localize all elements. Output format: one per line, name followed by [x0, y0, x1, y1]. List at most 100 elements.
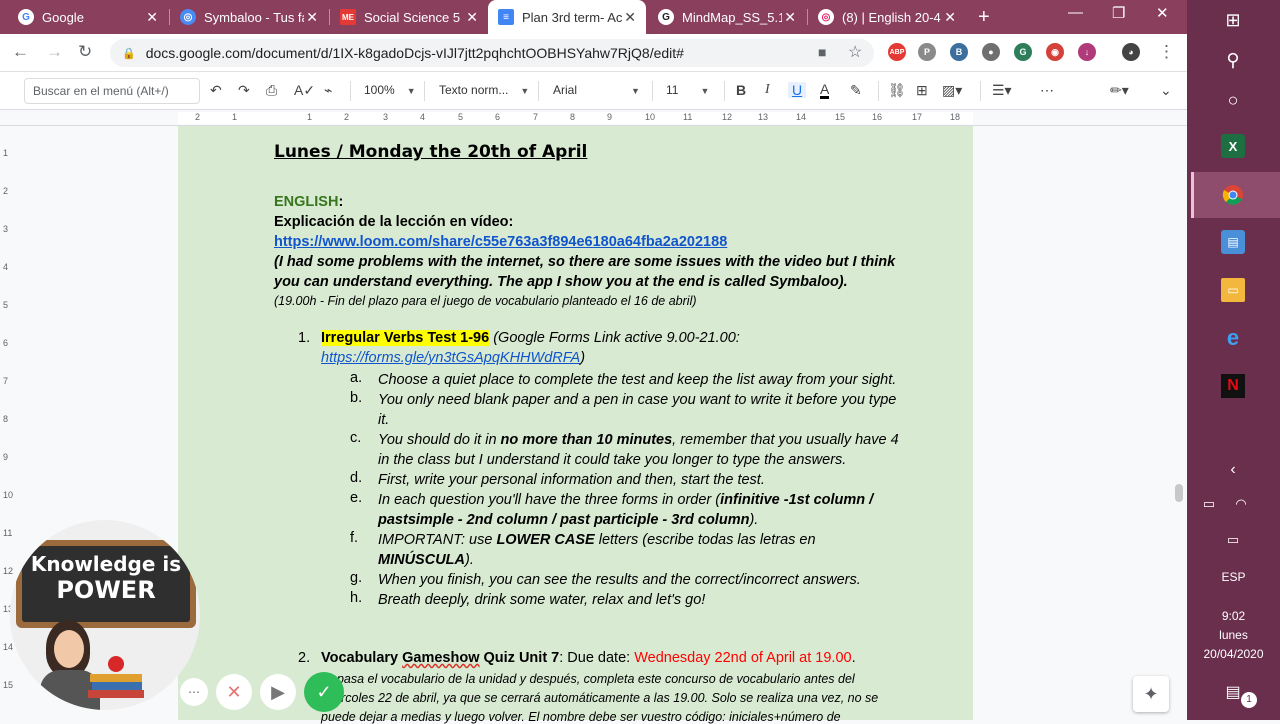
italic-icon[interactable]: I [765, 82, 770, 98]
close-icon[interactable]: ✕ [624, 9, 636, 26]
menu-search-input[interactable]: Buscar en el menú (Alt+/) [24, 78, 200, 104]
download-extension-icon[interactable]: ↓ [1078, 43, 1096, 61]
ruler-tick: 11 [683, 112, 693, 122]
align-icon[interactable]: ☰▾ [992, 82, 1012, 99]
windows-start-icon[interactable]: ⊞ [1221, 8, 1245, 32]
contacts-icon[interactable]: ▤ [1221, 230, 1245, 254]
docs-toolbar: Buscar en el menú (Alt+/) ↶ ↷ ⎙ A✓ ⌁ 100… [0, 72, 1187, 110]
tab-symbaloo[interactable]: ◎ Symbaloo - Tus fa ✕ [170, 0, 328, 34]
netflix-icon[interactable]: N [1221, 374, 1245, 398]
sub-item-text: You should do it in [378, 432, 501, 448]
close-icon[interactable]: ✕ [466, 9, 478, 26]
tab-title: Google [42, 9, 84, 25]
spellcheck-icon[interactable]: A✓ [294, 82, 315, 99]
minimize-icon[interactable]: — [1068, 4, 1083, 21]
scrollbar-thumb[interactable] [1175, 484, 1183, 502]
ruler-tick: 14 [796, 112, 807, 122]
sub-list-item: Breath deeply, drink some water, relax a… [378, 590, 923, 610]
bold-icon[interactable]: B [736, 82, 746, 98]
wifi-icon[interactable]: ◠ [1229, 492, 1253, 516]
item1-title: Irregular Verbs Test 1-96 [321, 330, 490, 346]
forward-icon[interactable]: → [46, 42, 63, 62]
undo-icon[interactable]: ↶ [210, 82, 222, 99]
clock-time[interactable]: 9:02 [1187, 609, 1280, 623]
reload-icon[interactable]: ↻ [78, 42, 92, 62]
forms-link[interactable]: https://forms.gle/yn3tGsApqKHHWdRFA [321, 350, 580, 366]
explore-button[interactable]: ✦ [1133, 676, 1169, 712]
circle-extension-icon[interactable]: ● [982, 43, 1000, 61]
back-icon[interactable]: ← [12, 42, 29, 62]
close-window-icon[interactable]: ✕ [1156, 4, 1169, 22]
ruler-tick: 5 [458, 112, 464, 122]
redo-icon[interactable]: ↷ [238, 82, 250, 99]
loom-link[interactable]: https://www.loom.com/share/c55e763a3f894… [274, 234, 727, 250]
excel-icon[interactable]: X [1221, 134, 1245, 158]
close-icon[interactable]: ✕ [944, 9, 956, 26]
task-view-icon[interactable]: ○ [1221, 88, 1245, 112]
sub-list-item: IMPORTANT: use LOWER CASE letters (escri… [378, 530, 923, 570]
cancel-recording-button[interactable]: ✕ [216, 674, 252, 710]
grammarly-icon[interactable]: G [1014, 43, 1032, 61]
edge-icon[interactable]: e [1221, 325, 1245, 350]
add-comment-icon[interactable]: ⊞ [916, 82, 928, 99]
font-size-select[interactable]: 11 ▼ [666, 83, 709, 97]
close-icon[interactable]: ✕ [306, 9, 318, 26]
camera-icon[interactable]: ■ [818, 44, 826, 60]
close-icon[interactable]: ✕ [146, 9, 158, 26]
more-options-icon[interactable]: ⋯ [1040, 82, 1054, 99]
ruler-tick: 17 [912, 112, 923, 122]
print-icon[interactable]: ⎙ [266, 82, 277, 99]
bookmark-star-icon[interactable]: ☆ [848, 42, 862, 62]
language-indicator[interactable]: ESP [1187, 570, 1280, 584]
more-controls-button[interactable]: ⋯ [180, 678, 208, 706]
sub-list-letter: c. [350, 430, 362, 446]
ruler-tick: 16 [872, 112, 883, 122]
style-select[interactable]: Texto norm... ▼ [439, 83, 529, 97]
close-icon[interactable]: ✕ [784, 9, 796, 26]
address-bar-row: ← → ↻ 🔒 docs.google.com/document/d/1IX-k… [0, 34, 1187, 72]
battery-icon[interactable]: ▭ [1197, 492, 1221, 516]
pause-recording-button[interactable]: ▶ [260, 674, 296, 710]
url-omnibox[interactable]: 🔒 docs.google.com/document/d/1IX-k8gadoD… [110, 39, 874, 67]
tab-mindmap[interactable]: G MindMap_SS_5.1_ ✕ [648, 0, 806, 34]
document-page[interactable]: Lunes / Monday the 20th of April ENGLISH… [178, 126, 973, 724]
underline-icon[interactable]: U [788, 82, 807, 98]
profile-avatar-icon[interactable]: ◕ [1122, 43, 1140, 61]
highlight-icon[interactable]: ✎ [850, 82, 862, 99]
file-explorer-icon[interactable]: ▭ [1221, 278, 1245, 302]
collapse-toolbar-icon[interactable]: ⌄ [1160, 82, 1172, 99]
search-icon[interactable]: ⚲ [1221, 48, 1245, 72]
chrome-menu-icon[interactable]: ⋮ [1158, 42, 1175, 62]
paint-format-icon[interactable]: ⌁ [324, 82, 332, 99]
adblock-icon[interactable]: ABP [888, 43, 906, 61]
display-icon[interactable]: ▭ [1221, 528, 1245, 552]
vertical-ruler-tick: 8 [3, 414, 9, 424]
chevron-left-icon[interactable]: ‹ [1221, 458, 1245, 482]
url-text: docs.google.com/document/d/1IX-k8gadoDcj… [145, 45, 684, 61]
link-icon[interactable]: ⛓ [888, 82, 906, 99]
b-extension-icon[interactable]: B [950, 43, 968, 61]
font-select[interactable]: Arial ▼ [553, 83, 640, 97]
sub-item-text: Breath deeply, drink some water, relax a… [378, 592, 706, 608]
insert-image-icon[interactable]: ▨▾ [942, 82, 962, 99]
tab-google[interactable]: G Google ✕ [8, 0, 168, 34]
tab-title: MindMap_SS_5.1_ [682, 9, 782, 25]
finish-recording-button[interactable]: ✓ [304, 672, 344, 712]
color-extension-icon[interactable]: ◉ [1046, 43, 1064, 61]
note-line-2: you can understand everything. The app I… [274, 274, 848, 290]
tab-social-science[interactable]: ME Social Science 5 ✕ [330, 0, 488, 34]
zoom-select[interactable]: 100% ▼ [364, 83, 416, 97]
tab-english[interactable]: ◎ (8) | English 20-4 ✕ [808, 0, 966, 34]
ruler-tick: 12 [722, 112, 733, 122]
font-value: Arial [553, 83, 578, 97]
sub-item-text: First, write your personal information a… [378, 472, 765, 488]
chrome-icon[interactable] [1221, 183, 1245, 207]
list-number-1: 1. [298, 330, 311, 346]
editing-mode-icon[interactable]: ✏▾ [1110, 82, 1129, 99]
restore-icon[interactable]: ❐ [1112, 4, 1125, 22]
tab-plan-3rd-term[interactable]: ≡ Plan 3rd term- Ac ✕ [488, 0, 646, 34]
text-color-icon[interactable]: A [820, 82, 830, 99]
pinterest-icon[interactable]: P [918, 43, 936, 61]
horizontal-ruler[interactable]: 2 1 1 2 3 4 5 6 7 8 9 10 11 12 13 14 15 16 17 18 [0, 110, 1187, 126]
new-tab-button[interactable]: + [978, 6, 990, 29]
